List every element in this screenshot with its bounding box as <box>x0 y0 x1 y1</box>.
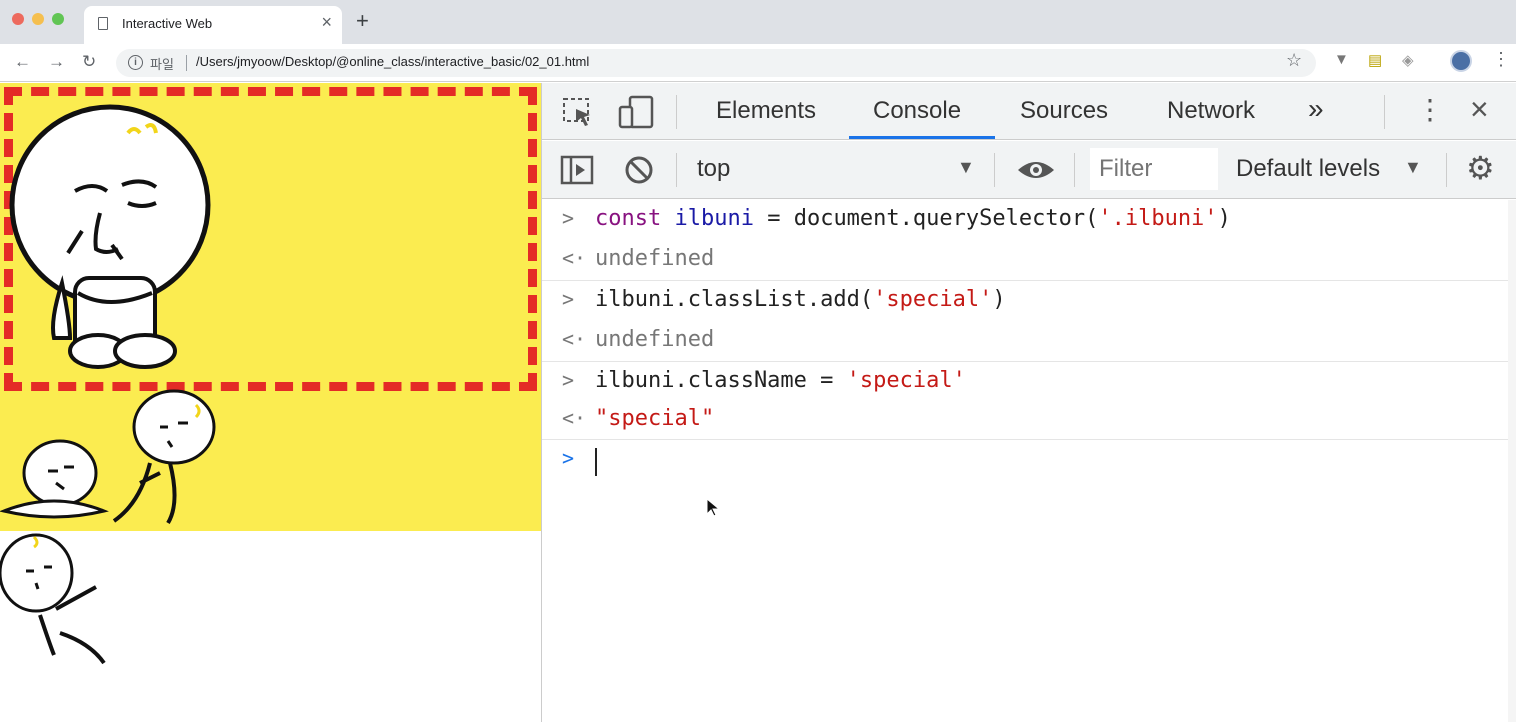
browser-menu-icon[interactable]: ⋮ <box>1492 49 1510 70</box>
back-icon[interactable]: ← <box>14 52 31 72</box>
document-icon <box>98 17 108 30</box>
console-toolbar: top ▼ Default levels ▼ ⚙ <box>542 141 1516 199</box>
code-text: ilbuni.className = <box>595 368 847 393</box>
tab-console[interactable]: Console <box>873 97 961 125</box>
forward-icon[interactable]: → <box>48 52 65 72</box>
chevron-down-icon[interactable]: ▼ <box>957 157 975 178</box>
console-result-text: undefined <box>595 246 715 271</box>
page-viewport <box>0 83 541 722</box>
devtools-menu-icon[interactable]: ⋮ <box>1416 93 1444 126</box>
extension-tag-icon[interactable]: ◈ <box>1402 51 1414 69</box>
result-arrow-icon: <· <box>562 406 587 430</box>
console-filter-input[interactable] <box>1090 148 1218 190</box>
context-selector[interactable]: top <box>697 155 730 183</box>
console-result-text: "special" <box>595 406 715 431</box>
divider <box>676 153 677 187</box>
divider <box>1074 153 1075 187</box>
console-result-row: <· undefined <box>542 321 1516 361</box>
tab-elements[interactable]: Elements <box>716 97 816 125</box>
devtools-tabbar: Elements Console Sources Network » ⋮ × <box>542 83 1516 140</box>
bookmark-star-icon[interactable]: ☆ <box>1286 50 1302 71</box>
console-input-row: > const ilbuni = document.querySelector(… <box>542 200 1516 240</box>
tab-network[interactable]: Network <box>1167 97 1255 125</box>
close-tab-icon[interactable]: × <box>321 12 332 33</box>
profile-avatar[interactable] <box>1450 50 1472 72</box>
devtools-panel: Elements Console Sources Network » ⋮ × t… <box>541 83 1516 722</box>
code-text: ) <box>1217 206 1231 231</box>
new-tab-button[interactable]: + <box>356 8 369 34</box>
info-icon[interactable]: i <box>128 55 143 70</box>
console-input-text: ilbuni.className = 'special' <box>595 368 966 393</box>
console-input-text: ilbuni.classList.add('special') <box>595 287 1006 312</box>
omnibox[interactable]: i 파일 /Users/jmyoow/Desktop/@online_class… <box>116 49 1316 77</box>
active-tab-indicator <box>849 136 995 139</box>
code-string: 'special' <box>873 287 993 312</box>
input-prompt-icon: > <box>562 368 575 392</box>
device-toolbar-icon[interactable] <box>618 95 654 129</box>
tab-strip: Interactive Web × + <box>0 0 1516 44</box>
close-devtools-icon[interactable]: × <box>1470 91 1489 128</box>
chevron-down-icon[interactable]: ▼ <box>1404 157 1422 178</box>
log-levels-dropdown[interactable]: Default levels <box>1236 155 1380 183</box>
reload-icon[interactable]: ↻ <box>82 52 96 72</box>
inspect-element-icon[interactable] <box>562 97 596 127</box>
console-input-row: > ilbuni.classList.add('special') <box>542 281 1516 321</box>
divider <box>186 55 187 71</box>
more-tabs-icon[interactable]: » <box>1308 93 1324 125</box>
code-string: 'special' <box>846 368 966 393</box>
ilbuni-character-group <box>0 389 216 665</box>
input-prompt-icon: > <box>562 287 575 311</box>
tab-title: Interactive Web <box>122 16 213 31</box>
clear-console-icon[interactable] <box>624 155 654 185</box>
url-text[interactable]: /Users/jmyoow/Desktop/@online_class/inte… <box>196 54 589 69</box>
console-output[interactable]: > const ilbuni = document.querySelector(… <box>542 200 1516 722</box>
code-string: '.ilbuni' <box>1098 206 1218 231</box>
text-cursor <box>595 448 597 476</box>
console-input-row: > ilbuni.className = 'special' <box>542 362 1516 402</box>
console-prompt-row[interactable]: > <box>542 440 1516 480</box>
browser-tab[interactable]: Interactive Web × <box>84 6 342 44</box>
minimize-window-button[interactable] <box>32 13 44 25</box>
live-expression-eye-icon[interactable] <box>1016 157 1056 183</box>
scrollbar[interactable] <box>1508 200 1516 722</box>
code-variable: ilbuni <box>674 206 754 231</box>
extension-ladder-icon[interactable]: ▤ <box>1368 51 1382 69</box>
active-prompt-icon: > <box>562 446 575 470</box>
divider <box>676 95 677 129</box>
result-arrow-icon: <· <box>562 246 587 270</box>
close-window-button[interactable] <box>12 13 24 25</box>
divider <box>1384 95 1385 129</box>
code-text: = document.querySelector( <box>753 206 1099 231</box>
scheme-label: 파일 <box>150 57 174 72</box>
code-text: ) <box>992 287 1006 312</box>
console-result-text: undefined <box>595 327 715 352</box>
console-result-row: <· "special" <box>542 400 1516 440</box>
console-input-text: const ilbuni = document.querySelector('.… <box>595 206 1231 231</box>
extension-v-icon[interactable]: ▼ <box>1334 51 1349 68</box>
mouse-pointer-icon <box>706 498 720 517</box>
tab-sources[interactable]: Sources <box>1020 97 1108 125</box>
settings-gear-icon[interactable]: ⚙ <box>1466 149 1495 187</box>
input-prompt-icon: > <box>562 206 575 230</box>
divider <box>994 153 995 187</box>
divider <box>1446 153 1447 187</box>
maximize-window-button[interactable] <box>52 13 64 25</box>
code-keyword: const <box>595 206 662 231</box>
result-arrow-icon: <· <box>562 327 587 351</box>
console-result-row: <· undefined <box>542 240 1516 280</box>
sidebar-toggle-icon[interactable] <box>560 155 594 185</box>
code-text: ilbuni.classList.add( <box>595 287 874 312</box>
